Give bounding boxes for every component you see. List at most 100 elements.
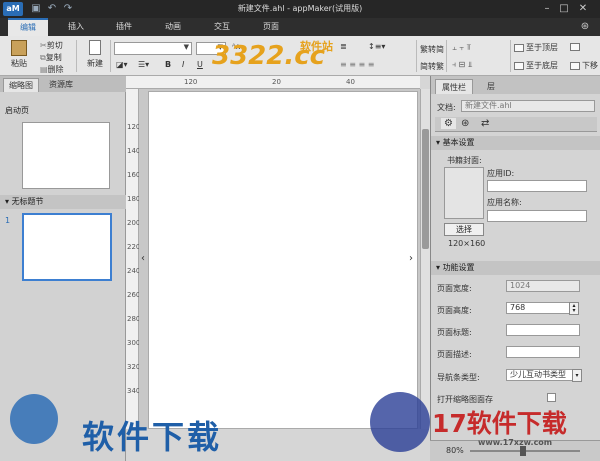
fill-color-button[interactable]: ◪▾ xyxy=(116,60,128,69)
nav-type-label: 导航条类型: xyxy=(437,373,480,382)
new-page-icon xyxy=(89,40,101,55)
tab-insert[interactable]: 插入 xyxy=(56,18,96,36)
title-bar: aM ▣ ↶ ↷ 新建文件.ahl - appMaker(试用版) – □ ✕ xyxy=(0,0,600,18)
line-spacing-icon: ↕≡▾ xyxy=(368,42,386,51)
gear-icon[interactable]: ⚙ xyxy=(441,118,456,129)
ribbon-separator xyxy=(110,40,111,72)
transfer-icon[interactable]: ⇄ xyxy=(481,118,489,129)
trad-to-simp-button[interactable]: 繁转简 xyxy=(420,44,444,55)
start-page-thumbnail[interactable] xyxy=(22,122,110,189)
ribbon-separator xyxy=(510,40,511,72)
tab-interaction[interactable]: 交互 xyxy=(202,18,242,36)
zoom-slider-thumb[interactable] xyxy=(520,446,526,456)
canvas-scrollbar[interactable] xyxy=(420,89,430,429)
copy-label: 复制 xyxy=(45,53,62,62)
page-height-field[interactable]: 768 xyxy=(506,302,570,314)
cover-size-label: 120×160 xyxy=(448,239,486,248)
bring-to-front-button[interactable]: 至于顶层 xyxy=(514,42,558,53)
send-back-label: 至于底层 xyxy=(526,61,558,70)
move-down-icon xyxy=(570,61,580,70)
page-thumbnail-selected[interactable] xyxy=(22,213,112,281)
align-objects-top-group[interactable]: ⫠ ⫟ ⫪ xyxy=(452,43,471,53)
delete-button[interactable]: ▤删除 xyxy=(40,64,64,75)
italic-button[interactable]: I xyxy=(182,60,184,69)
menu-tabs: 编辑 插入 插件 动画 交互 页面 ⊛ xyxy=(0,18,600,36)
scrollbar-thumb[interactable] xyxy=(422,129,429,249)
watermark-top-sub: 软件站 xyxy=(300,40,333,53)
function-settings-title: 功能设置 xyxy=(442,263,475,272)
open-thumbnail-checkbox[interactable] xyxy=(547,393,556,402)
simp-to-trad-button[interactable]: 简转繁 xyxy=(420,61,444,72)
settings-icon[interactable]: ⊛ xyxy=(578,20,592,33)
next-page-icon[interactable]: › xyxy=(409,253,413,264)
chevron-down-icon: ▼ xyxy=(183,43,189,51)
doc-label: 文档: xyxy=(437,103,456,112)
page-number: 1 xyxy=(5,216,11,225)
paste-button[interactable]: 粘贴 xyxy=(6,40,32,72)
close-icon[interactable]: ✕ xyxy=(576,2,590,15)
left-panel-tabs: 缩略图 资源库 xyxy=(0,76,126,92)
new-label: 新建 xyxy=(87,59,103,68)
tab-properties[interactable]: 属性栏 xyxy=(435,79,473,94)
minimize-icon[interactable]: – xyxy=(540,2,554,15)
ruler-tick: 20 xyxy=(272,78,281,86)
app-id-field[interactable] xyxy=(487,180,587,192)
tab-plugins[interactable]: 插件 xyxy=(104,18,144,36)
paste-icon xyxy=(11,40,27,56)
font-family-select[interactable]: ▼ xyxy=(114,42,192,55)
line-spacing-button[interactable]: ↕≡▾ xyxy=(368,42,385,51)
prev-page-icon[interactable]: ‹ xyxy=(141,253,145,264)
page-canvas[interactable] xyxy=(148,91,418,429)
bring-front-label: 至于顶层 xyxy=(526,43,558,52)
move-up-button[interactable] xyxy=(570,42,582,51)
basic-settings-title: 基本设置 xyxy=(442,138,475,147)
target-icon[interactable]: ⊛ xyxy=(461,118,469,129)
new-page-button[interactable]: 新建 xyxy=(84,40,106,72)
distribute-objects-icon: ⫞ ⊟ ⫫ xyxy=(452,60,473,69)
send-to-back-button[interactable]: 至于底层 xyxy=(514,60,558,71)
height-stepper[interactable]: ▴ ▾ xyxy=(569,302,579,315)
ribbon-separator xyxy=(446,40,447,72)
align-button[interactable]: ≣ xyxy=(340,42,347,51)
nav-type-select[interactable]: 少儿互动书类型 xyxy=(506,369,574,381)
tab-layers[interactable]: 层 xyxy=(481,79,501,94)
watermark-dragon-logo xyxy=(10,394,58,444)
bold-button[interactable]: B xyxy=(165,60,171,69)
send-back-icon xyxy=(514,61,524,70)
tab-edit[interactable]: 编辑 xyxy=(8,18,48,36)
start-page-header: 启动页 xyxy=(5,106,29,115)
move-down-label: 下移 xyxy=(582,61,598,70)
watermark-bottom-right: 17软件下载 xyxy=(432,409,567,438)
choose-cover-button[interactable]: 选择 xyxy=(444,223,484,236)
tab-resources[interactable]: 资源库 xyxy=(44,78,78,92)
maximize-icon[interactable]: □ xyxy=(557,2,571,15)
section-header[interactable]: ▾ 无标题节 xyxy=(0,195,126,209)
underline-button[interactable]: U xyxy=(197,60,203,69)
watermark-dragon-logo-right xyxy=(370,392,430,452)
page-width-field: 1024 xyxy=(506,280,580,292)
ruler-tick: 120 xyxy=(184,78,198,86)
function-settings-header[interactable]: ▾ 功能设置 xyxy=(431,261,600,275)
basic-settings-header[interactable]: ▾ 基本设置 xyxy=(431,136,600,150)
ruler-tick: 40 xyxy=(346,78,355,86)
app-name-label: 应用名称: xyxy=(487,198,522,207)
right-panel-tabs: 属性栏 层 xyxy=(431,76,600,94)
move-down-button[interactable]: 下移 xyxy=(570,60,598,71)
text-align-group[interactable]: ≡ ≡ ≡ ≡ xyxy=(340,60,374,69)
tab-page[interactable]: 页面 xyxy=(251,18,291,36)
page-desc-field[interactable] xyxy=(506,346,580,358)
line-style-button[interactable]: ☰▾ xyxy=(138,60,149,69)
tab-animation[interactable]: 动画 xyxy=(153,18,193,36)
cut-icon: ✂ xyxy=(40,41,47,50)
watermark-bottom-left: 软件下载 xyxy=(82,418,223,456)
app-name-field[interactable] xyxy=(487,210,587,222)
cut-button[interactable]: ✂剪切 xyxy=(40,40,63,51)
page-title-label: 页面标题: xyxy=(437,328,472,337)
align-objects-bottom-group[interactable]: ⫞ ⊟ ⫫ xyxy=(452,60,472,70)
page-title-field[interactable] xyxy=(506,324,580,336)
tab-thumbnails[interactable]: 缩略图 xyxy=(3,78,39,92)
nav-type-dropdown-icon[interactable]: ▾ xyxy=(572,369,582,382)
copy-button[interactable]: ⧉复制 xyxy=(40,52,62,63)
text-align-icon: ≡ ≡ ≡ ≡ xyxy=(340,60,375,69)
simp-to-trad-label: 简转繁 xyxy=(420,62,444,71)
